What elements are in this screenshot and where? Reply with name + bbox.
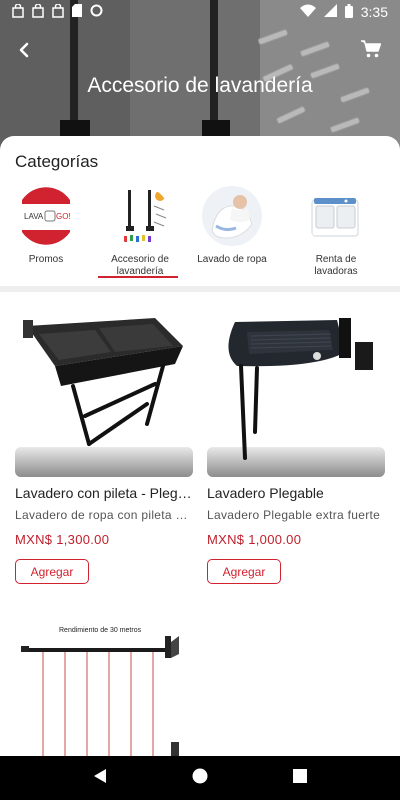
top-app-bar	[0, 30, 400, 70]
lava-go-logo: LAVA GO!	[16, 186, 76, 246]
category-label: Renta de lavadoras	[314, 254, 358, 277]
product-card[interactable]: Rendimiento de 30 metros	[15, 614, 195, 756]
categories-panel: Categorías LAVA GO! Promos Accesorio de …	[0, 136, 400, 286]
image-caption: Rendimiento de 30 metros	[59, 627, 142, 634]
nav-back-button[interactable]	[80, 758, 120, 798]
laundry-sink-image	[23, 318, 183, 446]
back-arrow-icon	[17, 42, 31, 63]
section-divider	[0, 286, 400, 292]
product-card[interactable]: Lavadero Plegable Lavadero Plegable extr…	[207, 292, 387, 584]
category-lavado-de-ropa[interactable]: Lavado de ropa	[186, 182, 278, 278]
product-grid: Lavadero con pileta - Plegable Lavadero …	[0, 292, 400, 756]
clothesline-image: Rendimiento de 30 metros	[21, 627, 179, 756]
categories-list: LAVA GO! Promos Accesorio de lavandería …	[0, 182, 400, 278]
category-renta-de-lavadoras[interactable]: Renta de lavadoras	[290, 182, 382, 278]
category-accesorio-de-lavanderia[interactable]: Accesorio de lavandería	[94, 182, 186, 278]
logo-text-lava: LAVA	[24, 212, 44, 221]
product-image	[15, 292, 193, 477]
product-name: Lavadero Plegable	[207, 485, 324, 501]
back-button[interactable]	[10, 38, 38, 66]
product-description: Lavadero de ropa con pileta plegable	[15, 508, 189, 522]
product-description: Lavadero Plegable extra fuerte	[207, 508, 381, 522]
nav-home-icon	[192, 768, 208, 789]
product-price: MXN$ 1,000.00	[207, 532, 302, 547]
product-card[interactable]: Lavadero con pileta - Plegable Lavadero …	[15, 292, 195, 584]
product-image	[207, 292, 385, 477]
category-label: Promos	[28, 254, 64, 265]
add-to-cart-button[interactable]: Agregar	[15, 559, 89, 584]
nav-back-icon	[92, 768, 108, 789]
logo-text-go: GO!	[56, 212, 71, 221]
status-time: 3:35	[360, 4, 388, 20]
battery-icon	[344, 3, 353, 21]
wifi-icon	[299, 4, 316, 20]
nav-recents-icon	[293, 768, 307, 788]
page-title: Accesorio de lavandería	[87, 74, 313, 97]
category-label: Accesorio de lavandería	[111, 254, 169, 277]
nav-home-button[interactable]	[180, 758, 220, 798]
washing-machine-image	[306, 186, 366, 246]
system-navigation-bar	[0, 756, 400, 800]
product-image: Rendimiento de 30 metros	[15, 614, 193, 756]
status-bar: 3:35	[0, 0, 400, 24]
folding-washboard-image	[228, 318, 373, 460]
laundry-clothes-image	[202, 186, 262, 246]
sync-icon	[90, 4, 103, 20]
selected-category-indicator	[98, 276, 178, 278]
cart-icon	[361, 39, 382, 63]
add-to-cart-button[interactable]: Agregar	[207, 559, 281, 584]
shopping-bag-icon	[52, 2, 64, 21]
nav-recents-button[interactable]	[280, 758, 320, 798]
product-price: MXN$ 1,300.00	[15, 532, 110, 547]
sd-card-icon	[72, 4, 82, 20]
product-name: Lavadero con pileta - Plegable	[15, 485, 193, 501]
shopping-bag-icon	[32, 2, 44, 21]
cart-button[interactable]	[356, 36, 386, 66]
category-promos[interactable]: LAVA GO! Promos	[0, 182, 92, 278]
categories-title: Categorías	[15, 152, 99, 171]
category-label: Lavado de ropa	[197, 254, 267, 265]
shopping-bag-icon	[12, 2, 24, 21]
signal-icon	[323, 4, 337, 20]
laundry-accessory-image	[110, 186, 170, 246]
